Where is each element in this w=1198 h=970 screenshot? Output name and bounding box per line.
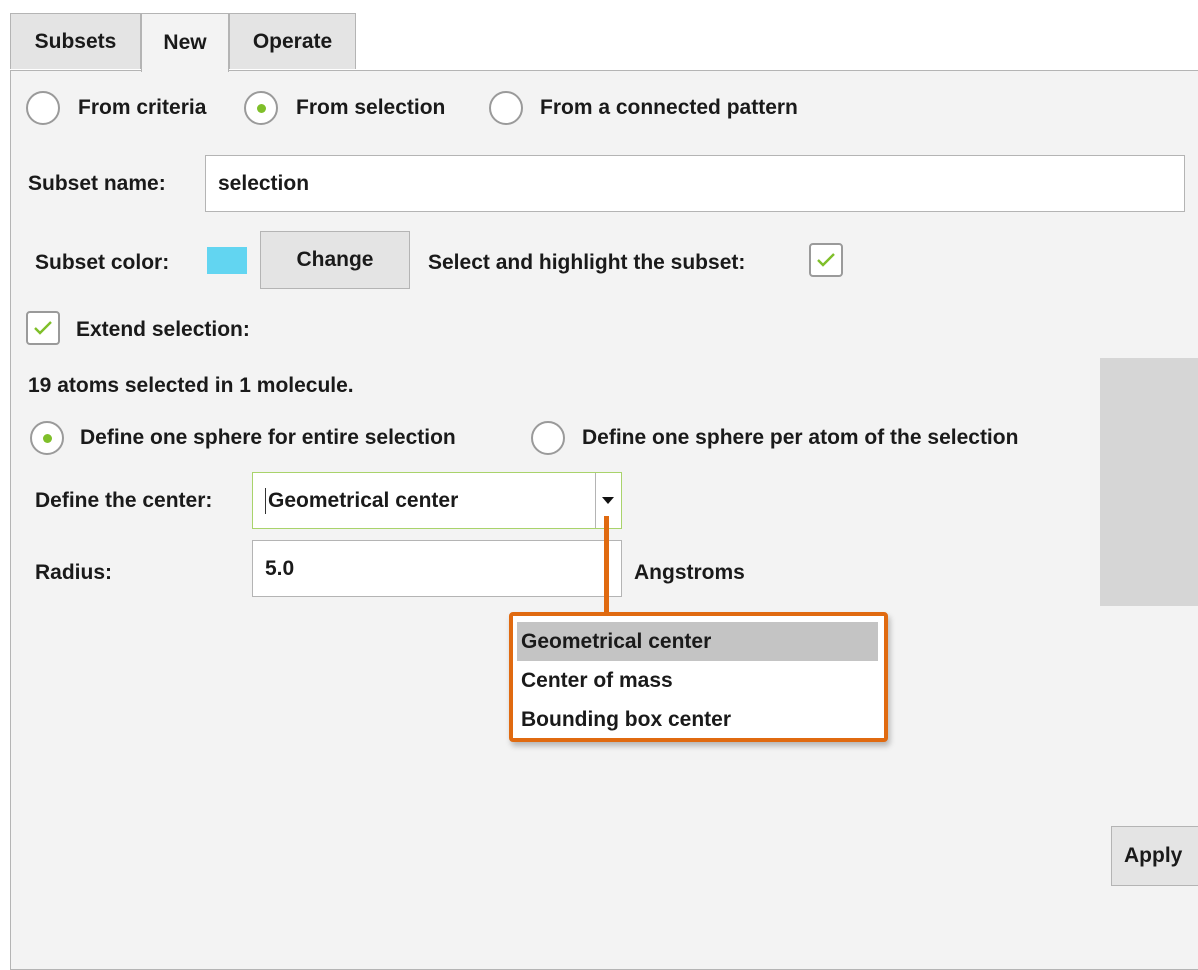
radio-from-connected-pattern-label: From a connected pattern <box>540 96 798 119</box>
radio-from-criteria[interactable] <box>26 91 60 125</box>
center-dropdown-list: Geometrical center Center of mass Boundi… <box>509 612 888 742</box>
scrollbar-track[interactable] <box>1100 358 1198 606</box>
tab-operate-label: Operate <box>252 29 333 53</box>
define-center-label: Define the center: <box>35 489 213 512</box>
tab-subsets-label: Subsets <box>34 29 117 53</box>
subset-name-value: selection <box>218 171 310 195</box>
dropdown-item-geometrical-center[interactable]: Geometrical center <box>517 622 878 661</box>
change-color-button[interactable]: Change <box>260 231 410 289</box>
radio-from-selection-label: From selection <box>296 96 446 119</box>
radius-label: Radius: <box>35 561 113 584</box>
subset-name-input[interactable]: selection <box>205 155 1185 212</box>
subset-name-label: Subset name: <box>28 172 166 195</box>
radio-from-selection[interactable] <box>244 91 278 125</box>
tab-new-label: New <box>163 31 207 54</box>
change-color-button-label: Change <box>296 248 374 271</box>
radio-one-sphere-per-atom-label: Define one sphere per atom of the select… <box>582 426 1019 449</box>
tab-new[interactable]: New <box>141 13 229 72</box>
callout-connector <box>604 516 609 614</box>
radio-from-connected-pattern[interactable] <box>489 91 523 125</box>
subset-color-label: Subset color: <box>35 251 170 274</box>
radius-value: 5.0 <box>265 556 295 580</box>
dropdown-item-center-of-mass[interactable]: Center of mass <box>517 661 878 700</box>
apply-button-label: Apply <box>1124 844 1183 867</box>
center-select[interactable]: Geometrical center <box>252 472 622 529</box>
check-icon <box>34 321 52 335</box>
radio-one-sphere-entire-label: Define one sphere for entire selection <box>80 426 456 449</box>
subset-color-swatch <box>207 247 247 274</box>
tab-subsets[interactable]: Subsets <box>10 13 141 69</box>
extend-selection-checkbox[interactable] <box>26 311 60 345</box>
radio-one-sphere-per-atom[interactable] <box>531 421 565 455</box>
chevron-down-icon[interactable] <box>602 497 614 505</box>
selection-summary: 19 atoms selected in 1 molecule. <box>28 374 354 397</box>
apply-button[interactable]: Apply <box>1111 826 1198 886</box>
highlight-subset-checkbox[interactable] <box>809 243 843 277</box>
radio-from-criteria-label: From criteria <box>78 96 207 119</box>
radius-unit-label: Angstroms <box>634 561 745 584</box>
radius-input[interactable]: 5.0 <box>252 540 622 597</box>
check-icon <box>817 253 835 267</box>
radio-one-sphere-entire[interactable] <box>30 421 64 455</box>
center-select-cursor <box>265 487 266 514</box>
highlight-subset-label: Select and highlight the subset: <box>428 251 746 274</box>
extend-selection-label: Extend selection: <box>76 318 250 341</box>
center-select-divider <box>595 473 596 528</box>
center-select-value: Geometrical center <box>268 488 459 512</box>
tab-operate[interactable]: Operate <box>229 13 356 69</box>
dropdown-item-bounding-box-center[interactable]: Bounding box center <box>517 700 878 739</box>
